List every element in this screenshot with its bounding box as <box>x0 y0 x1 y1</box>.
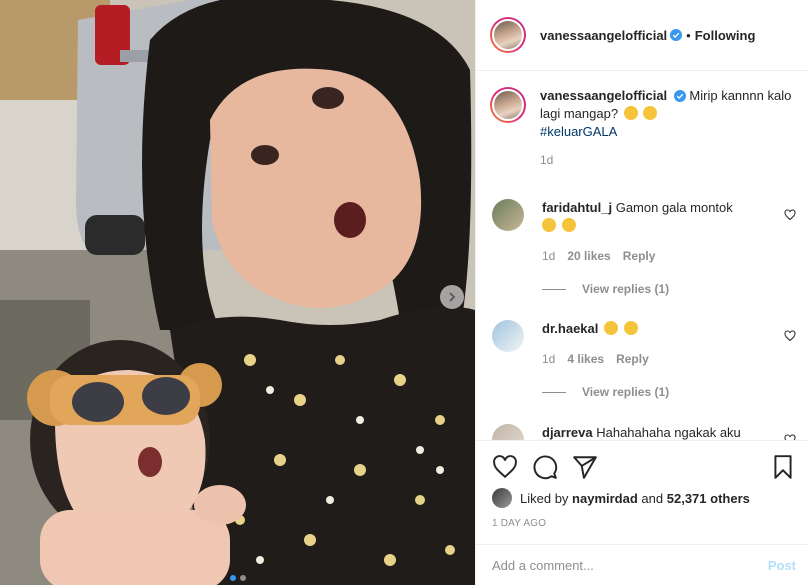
comment-item: dr.haekal 1d 4 likes Reply <box>492 320 796 368</box>
verified-badge-icon <box>670 29 683 41</box>
caption-age: 1d <box>540 153 554 167</box>
comment-icon[interactable] <box>532 454 558 480</box>
comment-likes[interactable]: 4 likes <box>567 350 604 368</box>
post-side-panel: vanessaangelofficial • Following vanessa… <box>475 0 809 585</box>
author-avatar[interactable] <box>490 17 526 53</box>
post-photo <box>0 0 475 585</box>
header-separator: • <box>686 27 691 43</box>
carousel-indicator <box>0 575 475 581</box>
comments-section[interactable]: vanessaangelofficial Mirip kannnn kalo l… <box>476 72 809 440</box>
view-replies-button[interactable]: View replies (1) <box>542 385 669 399</box>
comment-age: 1d <box>542 352 556 366</box>
likes-and: and <box>641 490 664 506</box>
carousel-next-button[interactable] <box>440 285 464 309</box>
verified-badge-icon <box>673 90 686 102</box>
comment-like-heart-icon[interactable] <box>784 330 796 342</box>
heart-icon[interactable] <box>492 454 518 480</box>
carousel-dot <box>239 575 246 581</box>
add-comment-bar: Post <box>476 544 809 585</box>
post-media[interactable] <box>0 0 475 585</box>
comment-likes[interactable]: 20 likes <box>567 247 610 265</box>
comment-username[interactable]: djarreva <box>542 425 593 440</box>
post-comment-button[interactable]: Post <box>768 558 796 573</box>
comment-item: djarreva Hahahahaha ngakak aku <box>492 424 796 440</box>
post-caption: vanessaangelofficial Mirip kannnn kalo l… <box>490 87 800 169</box>
commenter-avatar[interactable] <box>492 199 524 231</box>
likes-prefix: Liked by <box>520 490 569 506</box>
laughing-emoji-icon <box>623 321 638 335</box>
rofl-emoji-icon <box>604 321 618 335</box>
comment-meta: 1d 4 likes Reply <box>542 350 768 368</box>
comment-username[interactable]: faridahtul_j <box>542 200 612 215</box>
comment-username[interactable]: dr.haekal <box>542 321 598 336</box>
comment-like-heart-icon[interactable] <box>784 209 796 221</box>
comment-reply-button[interactable]: Reply <box>616 350 649 368</box>
flushed-face-emoji-icon <box>623 106 638 120</box>
likes-summary: Liked by naymirdad and 52,371 others <box>492 488 750 508</box>
post-header: vanessaangelofficial • Following <box>476 0 809 71</box>
frowning-face-emoji-icon <box>643 106 658 120</box>
bookmark-icon[interactable] <box>770 454 796 480</box>
comment-meta: 1d 20 likes Reply <box>542 247 768 265</box>
view-replies-label: View replies (1) <box>582 282 670 296</box>
caption-hashtag[interactable]: #keluarGALA <box>540 124 617 139</box>
comment-text: Hahahahaha ngakak aku <box>596 425 741 440</box>
comment-age: 1d <box>542 249 556 263</box>
view-replies-button[interactable]: View replies (1) <box>542 282 669 296</box>
view-replies-label: View replies (1) <box>582 385 670 399</box>
caption-author-avatar[interactable] <box>490 87 526 123</box>
grinning-emoji-icon <box>561 218 576 232</box>
comment-item: faridahtul_j Gamon gala montok 1d 20 lik… <box>492 199 796 265</box>
author-username[interactable]: vanessaangelofficial <box>540 28 667 43</box>
likes-user-link[interactable]: naymirdad <box>572 491 638 506</box>
commenter-avatar[interactable] <box>492 320 524 352</box>
liker-avatar[interactable] <box>492 488 512 508</box>
comment-reply-button[interactable]: Reply <box>623 247 656 265</box>
carousel-dot-active <box>229 575 236 581</box>
following-button[interactable]: Following <box>695 28 756 43</box>
add-comment-input[interactable] <box>492 557 768 573</box>
post-timestamp: 1 DAY AGO <box>492 518 547 529</box>
caption-username[interactable]: vanessaangelofficial <box>540 88 667 103</box>
heart-eyes-emoji-icon <box>542 218 556 232</box>
comment-text: Gamon gala montok <box>615 200 733 215</box>
instagram-post-modal: vanessaangelofficial • Following vanessa… <box>0 0 809 585</box>
commenter-avatar[interactable] <box>492 424 524 440</box>
chevron-right-icon <box>449 292 456 302</box>
likes-others-link[interactable]: 52,371 others <box>667 491 750 506</box>
share-icon[interactable] <box>572 454 598 480</box>
